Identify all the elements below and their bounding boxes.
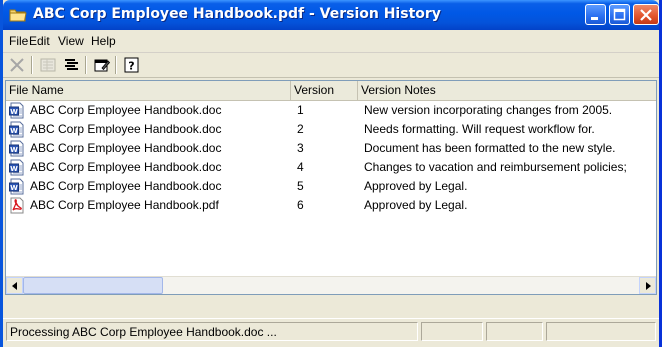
status-panel-3 — [486, 322, 543, 341]
version-number: 3 — [297, 141, 304, 155]
list-row[interactable]: ABC Corp Employee Handbook.pdf 6 Approved … — [6, 196, 656, 215]
file-name-cell: W ABC Corp Employee Handbook.doc — [9, 177, 291, 196]
svg-text:W: W — [10, 146, 18, 154]
version-list[interactable]: File Name Version Version Notes W ABC Cor… — [5, 80, 657, 295]
version-cell: 4 — [294, 158, 360, 177]
word-doc-icon: W — [9, 121, 25, 138]
folder-icon — [9, 7, 27, 22]
file-name-cell: ABC Corp Employee Handbook.pdf — [9, 196, 291, 215]
version-notes-cell: Document has been formatted to the new s… — [361, 139, 656, 158]
version-notes-cell: Approved by Legal. — [361, 177, 656, 196]
menu-view[interactable]: View — [58, 34, 84, 48]
scroll-left-button[interactable] — [6, 277, 23, 294]
delete-button[interactable] — [6, 55, 28, 75]
scroll-right-button[interactable] — [639, 277, 656, 294]
svg-text:W: W — [10, 184, 18, 192]
file-name-cell: W ABC Corp Employee Handbook.doc — [9, 101, 291, 120]
status-panel-4 — [546, 322, 656, 341]
version-number: 2 — [297, 122, 304, 136]
svg-text:W: W — [10, 165, 18, 173]
status-bar: Processing ABC Corp Employee Handbook.do… — [3, 318, 659, 345]
word-doc-icon: W — [9, 140, 25, 157]
toolbar: ? — [3, 53, 659, 78]
version-notes: Approved by Legal. — [364, 198, 468, 212]
file-name: ABC Corp Employee Handbook.doc — [30, 160, 222, 174]
version-notes-cell: Needs formatting. Will request workflow … — [361, 120, 656, 139]
file-name-cell: W ABC Corp Employee Handbook.doc — [9, 158, 291, 177]
file-name: ABC Corp Employee Handbook.doc — [30, 103, 222, 117]
file-name-cell: W ABC Corp Employee Handbook.doc — [9, 120, 291, 139]
minimize-icon — [591, 17, 598, 20]
version-notes: Document has been formatted to the new s… — [364, 141, 616, 155]
window-title: ABC Corp Employee Handbook.pdf - Version… — [33, 6, 441, 22]
version-notes-cell: Changes to vacation and reimbursement po… — [361, 158, 656, 177]
chevron-left-icon — [12, 282, 17, 290]
word-doc-icon: W — [9, 102, 25, 119]
help-button[interactable]: ? — [121, 55, 143, 75]
version-number: 5 — [297, 179, 304, 193]
version-number: 1 — [297, 103, 304, 117]
status-text: Processing ABC Corp Employee Handbook.do… — [6, 322, 418, 341]
file-name: ABC Corp Employee Handbook.doc — [30, 141, 222, 155]
close-icon — [640, 9, 652, 21]
properties-button[interactable] — [91, 55, 113, 75]
column-header-version-notes[interactable]: Version Notes — [358, 81, 656, 100]
version-cell: 3 — [294, 139, 360, 158]
version-cell: 5 — [294, 177, 360, 196]
version-notes-cell: Approved by Legal. — [361, 196, 656, 215]
list-row[interactable]: W ABC Corp Employee Handbook.doc 5 Approved… — [6, 177, 656, 196]
svg-text:?: ? — [128, 60, 134, 73]
toolbar-separator — [85, 56, 87, 74]
list-row[interactable]: W ABC Corp Employee Handbook.doc 2 Needs fo… — [6, 120, 656, 139]
menu-help[interactable]: Help — [91, 34, 116, 48]
title-bar[interactable]: ABC Corp Employee Handbook.pdf - Version… — [3, 0, 659, 30]
version-number: 4 — [297, 160, 304, 174]
menu-file[interactable]: File — [9, 34, 28, 48]
column-header-version[interactable]: Version — [291, 81, 358, 100]
menu-edit[interactable]: Edit — [29, 34, 50, 48]
file-name: ABC Corp Employee Handbook.doc — [30, 179, 222, 193]
version-cell: 6 — [294, 196, 360, 215]
maximize-button[interactable] — [609, 4, 630, 25]
list-view-button[interactable] — [37, 55, 59, 75]
version-notes: Changes to vacation and reimbursement po… — [364, 160, 627, 174]
column-header-file-name[interactable]: File Name — [6, 81, 291, 100]
version-cell: 2 — [294, 120, 360, 139]
details-view-button[interactable] — [61, 55, 83, 75]
list-rows: W ABC Corp Employee Handbook.doc 1 New vers… — [6, 101, 656, 215]
version-notes-cell: New version incorporating changes from 2… — [361, 101, 656, 120]
chevron-right-icon — [646, 282, 651, 290]
svg-text:W: W — [10, 108, 18, 116]
list-header: File Name Version Version Notes — [6, 81, 656, 101]
file-name-cell: W ABC Corp Employee Handbook.doc — [9, 139, 291, 158]
file-name: ABC Corp Employee Handbook.doc — [30, 122, 222, 136]
version-notes: Approved by Legal. — [364, 179, 468, 193]
close-button[interactable] — [633, 4, 659, 25]
menu-bar: File Edit View Help — [3, 30, 659, 53]
word-doc-icon: W — [9, 159, 25, 176]
horizontal-scrollbar[interactable] — [6, 276, 656, 294]
version-cell: 1 — [294, 101, 360, 120]
list-row[interactable]: W ABC Corp Employee Handbook.doc 1 New vers… — [6, 101, 656, 120]
minimize-button[interactable] — [585, 4, 606, 25]
toolbar-separator — [115, 56, 117, 74]
list-row[interactable]: W ABC Corp Employee Handbook.doc 4 Changes … — [6, 158, 656, 177]
file-name: ABC Corp Employee Handbook.pdf — [30, 198, 219, 212]
scrollbar-thumb[interactable] — [23, 277, 163, 294]
toolbar-separator — [31, 56, 33, 74]
version-notes: New version incorporating changes from 2… — [364, 103, 613, 117]
version-history-window: ABC Corp Employee Handbook.pdf - Version… — [0, 0, 662, 347]
pdf-icon — [9, 197, 25, 214]
word-doc-icon: W — [9, 178, 25, 195]
version-number: 6 — [297, 198, 304, 212]
version-notes: Needs formatting. Will request workflow … — [364, 122, 595, 136]
list-row[interactable]: W ABC Corp Employee Handbook.doc 3 Document… — [6, 139, 656, 158]
status-panel-2 — [421, 322, 483, 341]
svg-text:W: W — [10, 127, 18, 135]
